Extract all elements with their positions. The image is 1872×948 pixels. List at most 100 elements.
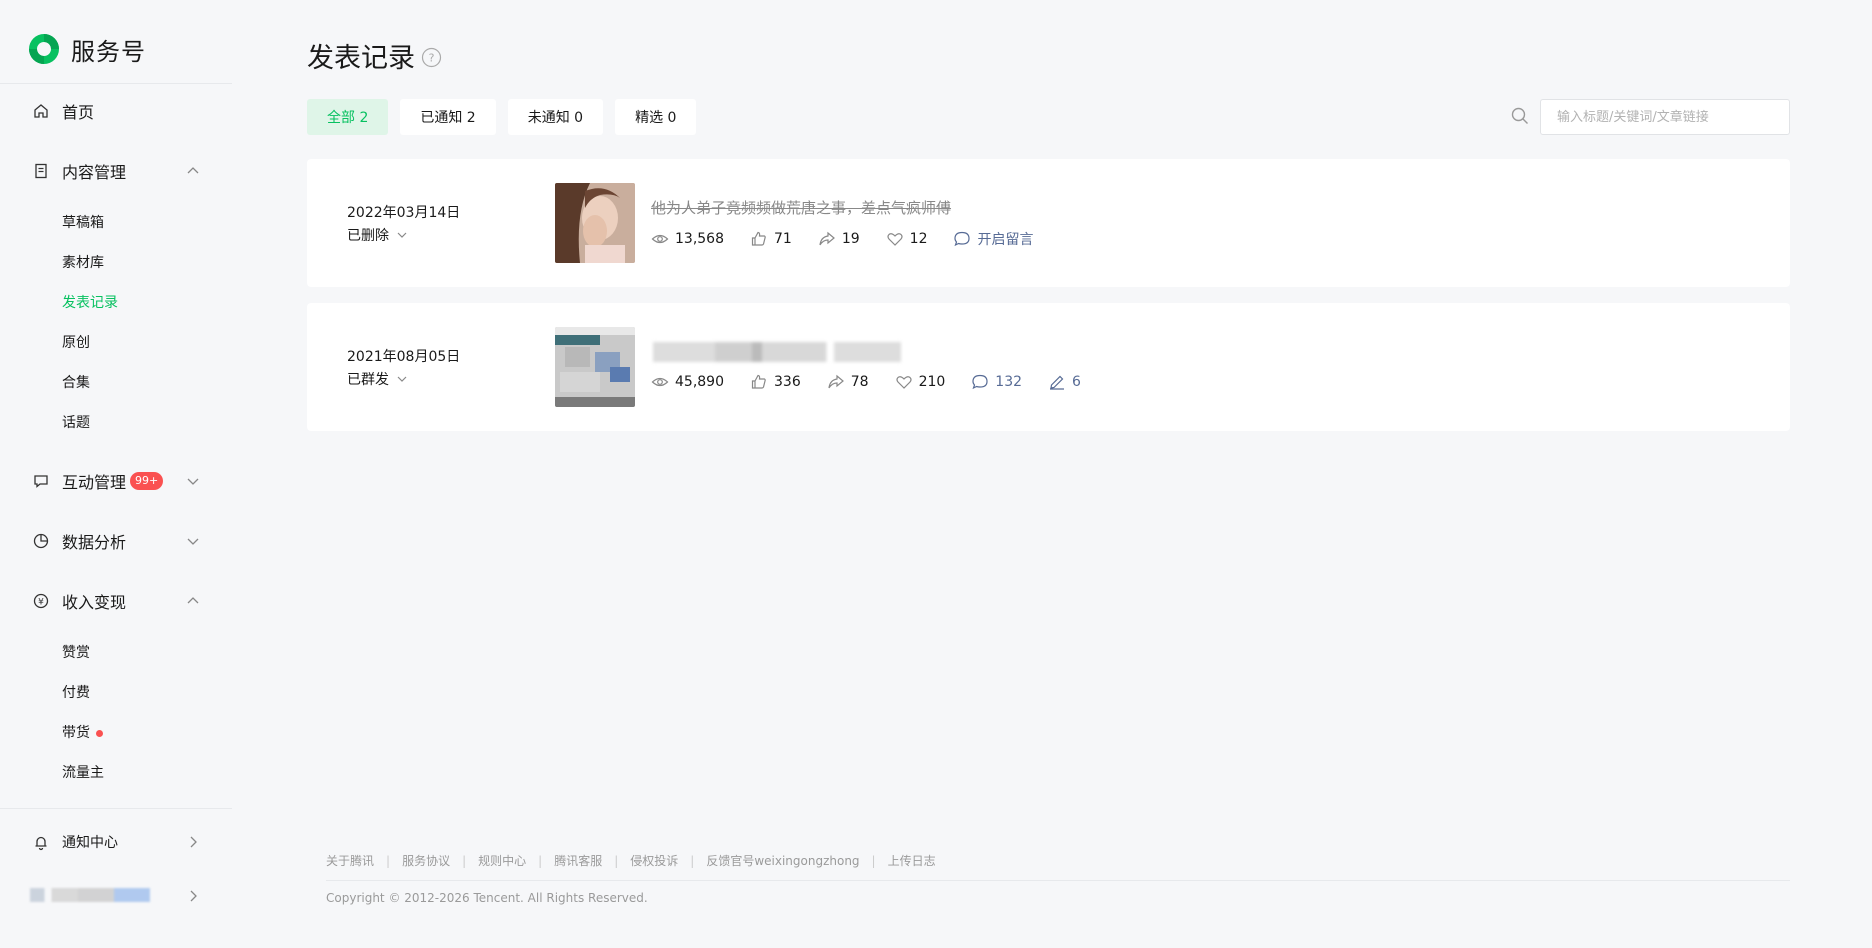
heart-icon (895, 376, 912, 389)
article-status-dropdown[interactable]: 已删除 (347, 225, 409, 245)
sidebar-item-commerce-label: 带货 (62, 725, 90, 741)
copyright: Copyright © 2012-2026 Tencent. All Right… (326, 891, 648, 905)
likes-stat: 71 (750, 230, 792, 248)
sidebar-item-appreciation[interactable]: 赞赏 (62, 643, 90, 663)
footer-separator: | (386, 853, 391, 868)
wows-count: 210 (918, 374, 946, 390)
tab-notified[interactable]: 已通知 2 (400, 99, 496, 135)
enable-comments-link[interactable]: 开启留言 (953, 229, 1033, 249)
article-thumbnail[interactable] (555, 327, 635, 407)
shares-stat: 78 (827, 373, 869, 391)
divider (0, 808, 232, 809)
article-title[interactable]: 他为人弟子竟频频做荒唐之事，差点气疯师傅 (651, 197, 951, 218)
enable-comments-label: 开启留言 (977, 232, 1034, 248)
article-title[interactable] (653, 342, 901, 362)
nav-home-label: 首页 (62, 103, 95, 122)
help-icon[interactable]: ? (421, 47, 442, 68)
search-input[interactable] (1540, 99, 1790, 135)
tab-not-notified[interactable]: 未通知 0 (507, 99, 604, 135)
brand-logo-icon (29, 34, 59, 64)
document-icon (32, 162, 50, 180)
comments-count: 132 (995, 374, 1023, 390)
sidebar-item-collections[interactable]: 合集 (62, 373, 90, 393)
chevron-up-icon[interactable] (184, 592, 202, 610)
chevron-down-icon (397, 376, 407, 382)
chevron-down-icon[interactable] (184, 532, 202, 550)
chevron-down-icon[interactable] (184, 472, 202, 490)
footer-separator: | (614, 853, 619, 868)
footer-link-agreement[interactable]: 服务协议 (402, 852, 450, 869)
home-icon (32, 102, 50, 120)
nav-notification-center[interactable]: 通知中心 (32, 829, 202, 855)
thumbs-up-icon (751, 374, 766, 389)
nav-interaction-label: 互动管理 (62, 473, 127, 492)
share-icon (828, 374, 844, 389)
pencil-icon (1050, 375, 1065, 390)
edits-count: 6 (1072, 374, 1081, 390)
yuan-icon: ¥ (32, 592, 50, 610)
article-date: 2021年08月05日 (347, 349, 461, 365)
footer-link-about[interactable]: 关于腾讯 (326, 852, 374, 869)
shares-count: 19 (841, 231, 860, 247)
divider (326, 880, 1790, 881)
footer-links: 关于腾讯 | 服务协议 | 规则中心 | 腾讯客服 | 侵权投诉 | 反馈官号weixin… (326, 852, 936, 869)
share-icon (819, 231, 835, 246)
article-status: 已删除 (347, 228, 389, 244)
sidebar-item-drafts[interactable]: 草稿箱 (62, 213, 104, 233)
comment-icon (972, 374, 988, 390)
article-stats: 45,890 336 78 210 132 6 (651, 373, 1107, 391)
comment-icon (32, 472, 50, 490)
nav-data-analysis[interactable]: 数据分析 (32, 528, 202, 554)
heart-icon (887, 233, 903, 246)
reads-stat: 13,568 (651, 230, 724, 248)
likes-stat: 336 (750, 373, 801, 391)
nav-notification-label: 通知中心 (62, 835, 118, 851)
svg-text:?: ? (429, 52, 435, 65)
sidebar-item-original[interactable]: 原创 (62, 333, 90, 353)
sidebar-item-ads[interactable]: 流量主 (62, 763, 104, 783)
sidebar-item-commerce[interactable]: 带货 (62, 723, 103, 743)
search-icon[interactable] (1510, 106, 1530, 126)
chevron-down-icon (397, 232, 407, 238)
footer-link-rules[interactable]: 规则中心 (478, 852, 526, 869)
comment-icon (954, 231, 971, 247)
wows-count: 12 (909, 231, 928, 247)
brand-name: 服务号 (71, 37, 146, 66)
brand[interactable]: 服务号 (27, 30, 146, 68)
article-card: 2022年03月14日 已删除 他为人弟子竟频频做荒唐之事，差点气疯师傅 13,… (307, 159, 1790, 287)
nav-monetization[interactable]: ¥ 收入变现 (32, 588, 202, 614)
article-stats: 13,568 71 19 12 开启留言 (651, 229, 1059, 249)
footer-link-feedback[interactable]: 反馈官号weixingongzhong (706, 852, 859, 869)
chevron-up-icon[interactable] (184, 162, 202, 180)
nav-data-label: 数据分析 (62, 533, 127, 552)
sidebar: 服务号 首页 内容管理 草稿箱 素材库 发表记录 原创 合集 话题 互动管理 9… (0, 0, 232, 948)
wows-stat: 210 (895, 373, 946, 391)
tab-all[interactable]: 全部 2 (307, 99, 389, 135)
sidebar-item-publish-records[interactable]: 发表记录 (62, 293, 118, 313)
edits-link[interactable]: 6 (1048, 373, 1081, 391)
footer-separator: | (462, 853, 467, 868)
footer-link-complaint[interactable]: 侵权投诉 (630, 852, 678, 869)
pie-chart-icon (32, 532, 50, 550)
likes-count: 336 (774, 374, 801, 390)
page-title: 发表记录 ? (307, 36, 442, 75)
sidebar-item-topics[interactable]: 话题 (62, 413, 90, 433)
nav-interaction-management[interactable]: 互动管理 99+ (32, 468, 202, 494)
chevron-right-icon[interactable] (184, 887, 202, 905)
bell-icon (32, 833, 50, 851)
reads-stat: 45,890 (651, 373, 724, 391)
nav-content-management[interactable]: 内容管理 (32, 158, 202, 184)
tab-featured[interactable]: 精选 0 (615, 99, 697, 135)
nav-home[interactable]: 首页 (32, 98, 202, 124)
footer-separator: | (871, 853, 876, 868)
sidebar-item-paid[interactable]: 付费 (62, 683, 90, 703)
likes-count: 71 (774, 231, 792, 247)
footer-link-support[interactable]: 腾讯客服 (554, 852, 602, 869)
account-avatar[interactable] (30, 888, 150, 902)
footer-link-upload-log[interactable]: 上传日志 (888, 852, 936, 869)
comments-link[interactable]: 132 (971, 373, 1022, 391)
chevron-right-icon[interactable] (184, 833, 202, 851)
article-thumbnail[interactable] (555, 183, 635, 263)
sidebar-item-materials[interactable]: 素材库 (62, 253, 104, 273)
article-status-dropdown[interactable]: 已群发 (347, 369, 409, 389)
